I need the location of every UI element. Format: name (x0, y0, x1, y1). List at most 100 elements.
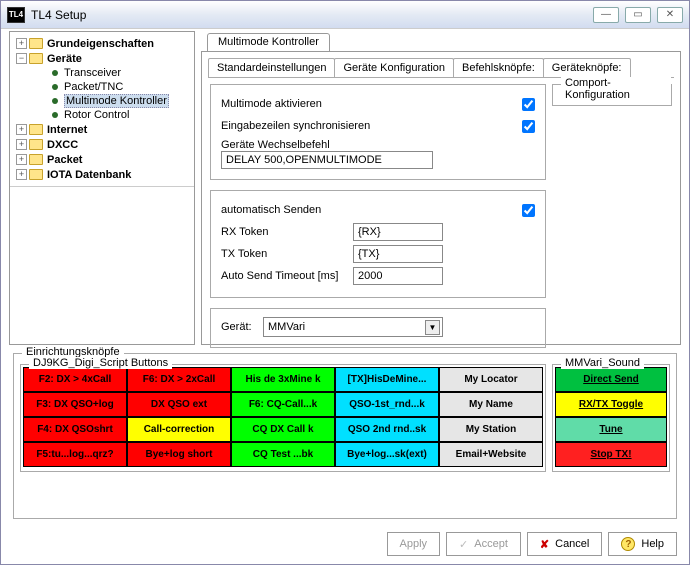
nav-tree[interactable]: + Grundeigenschaften − Geräte Transceiver Pac… (9, 31, 195, 345)
macro-button[interactable]: [TX]HisDeMine... (335, 367, 439, 392)
macro-button[interactable]: Call-correction (127, 417, 231, 442)
tree-node[interactable]: + Grundeigenschaften (12, 36, 192, 51)
sound-legend: MMVari_Sound (561, 357, 644, 369)
folder-icon (29, 38, 43, 49)
macro-button[interactable]: Bye+log...sk(ext) (335, 442, 439, 467)
macro-button[interactable]: DX QSO ext (127, 392, 231, 417)
macro-button[interactable]: F2: DX > 4xCall (23, 367, 127, 392)
tree-label: Transceiver (64, 67, 121, 79)
timeout-label: Auto Send Timeout [ms] (221, 270, 353, 282)
sound-button[interactable]: RX/TX Toggle (555, 392, 667, 417)
accept-button[interactable]: ✓ Accept (446, 532, 521, 556)
activate-checkbox[interactable] (522, 98, 535, 111)
change-cmd-label: Geräte Wechselbefehl (221, 139, 535, 151)
bullet-icon (52, 84, 58, 90)
macro-button[interactable]: My Name (439, 392, 543, 417)
tree-child[interactable]: Transceiver (12, 66, 192, 80)
subtab[interactable]: Befehlsknöpfe: (453, 58, 544, 77)
device-select[interactable]: MMVari ▼ (263, 317, 443, 337)
activate-label: Multimode aktivieren (221, 98, 522, 110)
macro-button[interactable]: F4: DX QSOshrt (23, 417, 127, 442)
help-button[interactable]: ? Help (608, 532, 677, 556)
tree-label: Packet/TNC (64, 81, 123, 93)
x-icon: ✘ (540, 538, 549, 551)
tree-node[interactable]: + IOTA Datenbank (12, 167, 192, 182)
autosend-checkbox[interactable] (522, 204, 535, 217)
tree-label: Rotor Control (64, 109, 129, 121)
tree-label: Multimode Kontroller (64, 94, 169, 108)
tree-node[interactable]: + Internet (12, 122, 192, 137)
expander-icon[interactable]: + (16, 124, 27, 135)
tree-label: DXCC (47, 139, 78, 151)
content-area: Multimode Kontroller Standardeinstellung… (201, 31, 681, 345)
tree-child[interactable]: Rotor Control (12, 108, 192, 122)
minimize-button[interactable]: — (593, 7, 619, 23)
script-buttons-group: DJ9KG_Digi_Script Buttons F2: DX > 4xCal… (20, 364, 546, 472)
folder-icon (29, 169, 43, 180)
rx-label: RX Token (221, 226, 353, 238)
macro-button[interactable]: F6: DX > 2xCall (127, 367, 231, 392)
tree-node[interactable]: + Packet (12, 152, 192, 167)
timeout-input[interactable] (353, 267, 443, 285)
tree-node[interactable]: + DXCC (12, 137, 192, 152)
einrichtungs-group: Einrichtungsknöpfe DJ9KG_Digi_Script But… (13, 353, 677, 519)
tree-label: Geräte (47, 53, 82, 65)
expander-icon[interactable]: + (16, 169, 27, 180)
tree-label: Packet (47, 154, 82, 166)
close-button[interactable]: ✕ (657, 7, 683, 23)
macro-button[interactable]: Bye+log short (127, 442, 231, 467)
titlebar: TL4 TL4 Setup — ▭ ✕ (1, 1, 689, 29)
sound-button[interactable]: Tune (555, 417, 667, 442)
sync-label: Eingabezeilen synchronisieren (221, 120, 522, 132)
sound-button[interactable]: Direct Send (555, 367, 667, 392)
tree-label: IOTA Datenbank (47, 169, 131, 181)
macro-button[interactable]: Email+Website (439, 442, 543, 467)
change-cmd-input[interactable] (221, 151, 433, 169)
macro-button[interactable]: QSO-1st_rnd...k (335, 392, 439, 417)
maximize-button[interactable]: ▭ (625, 7, 651, 23)
setup-window: TL4 TL4 Setup — ▭ ✕ +Grundeigenschaften−… (0, 0, 690, 565)
tree-label: Grundeigenschaften (47, 38, 154, 50)
cancel-button[interactable]: ✘ Cancel (527, 532, 602, 556)
question-icon: ? (621, 537, 635, 551)
macro-button[interactable]: QSO 2nd rnd..sk (335, 417, 439, 442)
device-value: MMVari (268, 321, 305, 333)
macro-button[interactable]: F3: DX QSO+log (23, 392, 127, 417)
folder-icon (29, 124, 43, 135)
outer-tab[interactable]: Multimode Kontroller (207, 33, 330, 51)
expander-icon[interactable]: − (16, 53, 27, 64)
tree-child[interactable]: Packet/TNC (12, 80, 192, 94)
macro-button[interactable]: My Station (439, 417, 543, 442)
tree-node[interactable]: − Geräte (12, 51, 192, 66)
dialog-footer: Apply ✓ Accept ✘ Cancel ? Help (387, 532, 677, 556)
expander-icon[interactable]: + (16, 139, 27, 150)
subtab[interactable]: Geräte Konfiguration (334, 58, 454, 77)
autosend-label: automatisch Senden (221, 204, 522, 216)
macro-button[interactable]: His de 3xMine k (231, 367, 335, 392)
device-label: Gerät: (221, 321, 263, 333)
tree-child[interactable]: Multimode Kontroller (12, 94, 192, 108)
apply-button[interactable]: Apply (387, 532, 441, 556)
folder-icon (29, 154, 43, 165)
sound-button[interactable]: Stop TX! (555, 442, 667, 467)
tree-label: Internet (47, 124, 87, 136)
macro-button[interactable]: CQ Test ...bk (231, 442, 335, 467)
macro-button[interactable]: CQ DX Call k (231, 417, 335, 442)
subtab[interactable]: Geräteknöpfe: (543, 58, 631, 77)
sync-checkbox[interactable] (522, 120, 535, 133)
folder-icon (29, 53, 43, 64)
tx-label: TX Token (221, 248, 353, 260)
macro-button[interactable]: My Locator (439, 367, 543, 392)
macro-button[interactable]: F6: CQ-Call...k (231, 392, 335, 417)
expander-icon[interactable]: + (16, 38, 27, 49)
macro-button[interactable]: F5:tu...log...qrz? (23, 442, 127, 467)
rx-input[interactable] (353, 223, 443, 241)
subtab[interactable]: Standardeinstellungen (208, 58, 335, 77)
sound-group: MMVari_Sound Direct SendRX/TX ToggleTune… (552, 364, 670, 472)
check-icon: ✓ (459, 538, 468, 551)
expander-icon[interactable]: + (16, 154, 27, 165)
chevron-down-icon: ▼ (425, 320, 440, 335)
tx-input[interactable] (353, 245, 443, 263)
bullet-icon (52, 98, 58, 104)
bullet-icon (52, 112, 58, 118)
